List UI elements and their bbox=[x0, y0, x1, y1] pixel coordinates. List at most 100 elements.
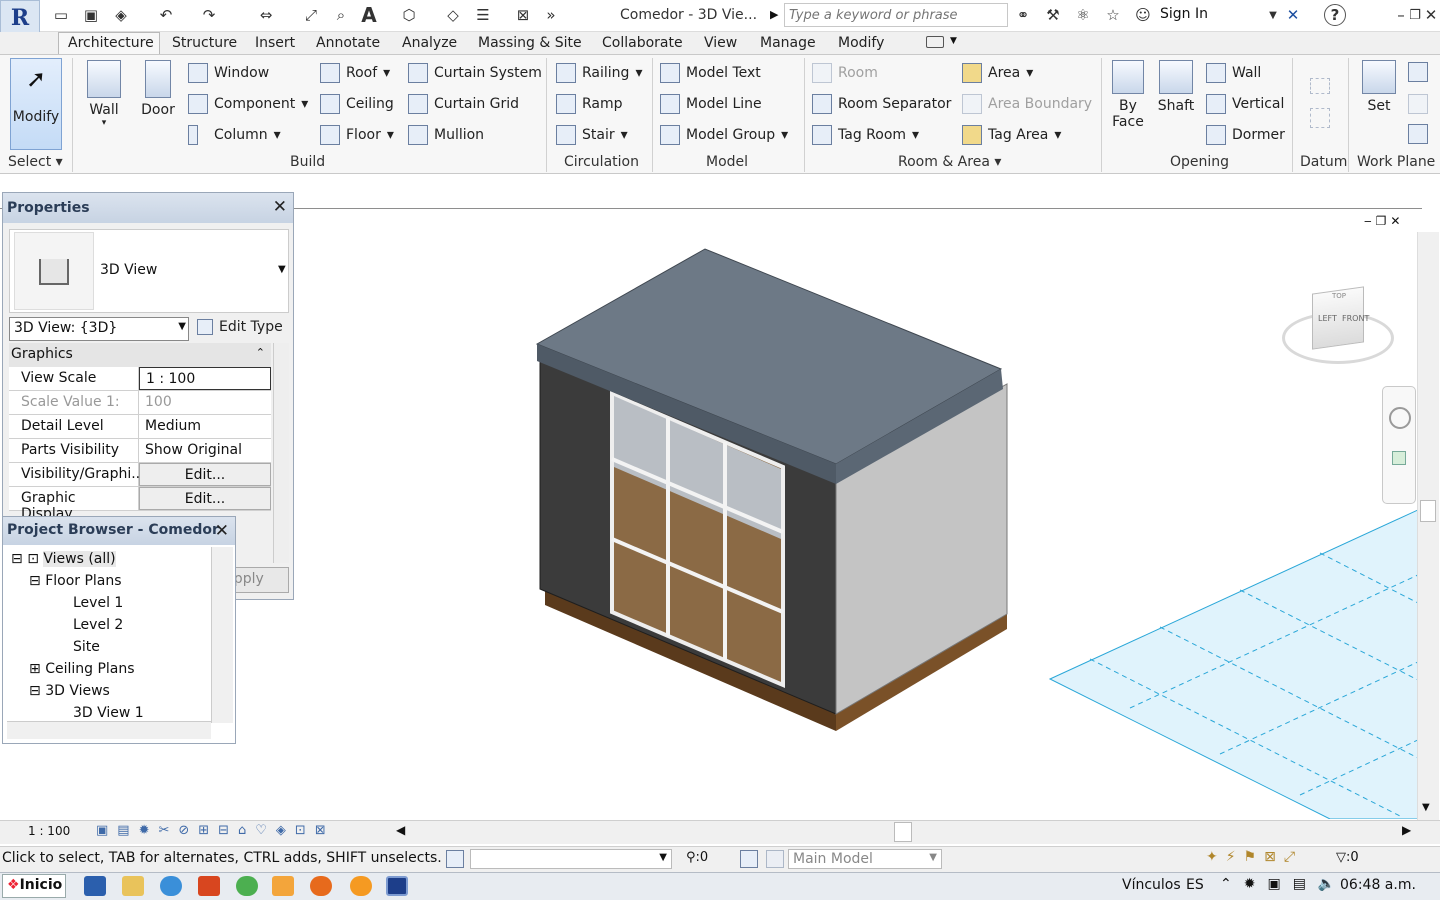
property-row[interactable]: Visibility/Graphi... Edit... bbox=[9, 463, 271, 487]
shaft-button[interactable]: Shaft bbox=[1156, 60, 1196, 114]
edit-type-button[interactable]: Edit Type bbox=[197, 319, 283, 335]
railing-button[interactable]: Railing ▾ bbox=[556, 63, 642, 83]
tree-item-3d-view-1[interactable]: 3D View 1 bbox=[73, 705, 144, 721]
worksets-icon[interactable] bbox=[446, 850, 464, 868]
thin-lines-icon[interactable]: ☰ bbox=[472, 4, 494, 26]
save-icon[interactable]: ▣ bbox=[80, 4, 102, 26]
tab-manage[interactable]: Manage bbox=[760, 35, 816, 51]
user-icon[interactable]: ☺ bbox=[1132, 4, 1154, 26]
links-toolbar[interactable]: Vínculos bbox=[1122, 877, 1181, 893]
select-panel-dropdown[interactable]: Select ▾ bbox=[8, 154, 63, 170]
tab-view[interactable]: View bbox=[704, 35, 737, 51]
by-face-button[interactable]: By Face bbox=[1110, 60, 1146, 130]
vertical-scrollbar[interactable]: ▼ bbox=[1417, 232, 1439, 820]
properties-scrollbar[interactable] bbox=[273, 343, 289, 563]
tab-massing-site[interactable]: Massing & Site bbox=[478, 35, 582, 51]
selection-filter-icons[interactable]: ✦⚡⚑⊠⤢ bbox=[1206, 849, 1303, 865]
vertical-opening-button[interactable]: Vertical bbox=[1206, 94, 1284, 114]
workset-selector[interactable]: ▼ bbox=[470, 849, 672, 869]
filter-count[interactable]: ▽:0 bbox=[1336, 850, 1359, 865]
door-button[interactable]: Door bbox=[138, 60, 178, 118]
subscription-icon[interactable]: ⚒ bbox=[1042, 4, 1064, 26]
3d-view-icon[interactable]: ⬡ bbox=[398, 4, 420, 26]
tree-item-ceiling-plans[interactable]: ⊞ Ceiling Plans bbox=[29, 661, 135, 677]
word-icon[interactable] bbox=[84, 876, 106, 896]
start-button[interactable]: ❖Inicio bbox=[2, 874, 66, 898]
ceiling-button[interactable]: Ceiling bbox=[320, 94, 394, 114]
tree-item-3d-views[interactable]: ⊟ 3D Views bbox=[29, 683, 110, 699]
graphics-section-header[interactable]: Graphics ⌃ bbox=[9, 343, 271, 367]
viewcube[interactable]: LEFT FRONT TOP bbox=[1282, 282, 1394, 372]
internet-explorer-icon[interactable] bbox=[160, 876, 182, 896]
communication-icon[interactable]: ⚛ bbox=[1072, 4, 1094, 26]
design-options-icon[interactable] bbox=[740, 850, 758, 868]
editing-requests[interactable]: ⚲:0 bbox=[686, 850, 708, 865]
tab-structure[interactable]: Structure bbox=[172, 35, 237, 51]
exchange-apps-icon[interactable]: ✕ bbox=[1282, 4, 1304, 26]
wall-button[interactable]: Wall ▾ bbox=[84, 60, 124, 128]
close-icon[interactable]: ✕ bbox=[273, 197, 287, 217]
ribbon-minimize-icon[interactable] bbox=[926, 36, 944, 48]
revit-taskbar-icon[interactable] bbox=[386, 876, 408, 896]
grid-icon[interactable] bbox=[1310, 108, 1330, 128]
view-control-icons[interactable]: ▣▤✹✂⊘⊞⊟⌂♡◈⊡⊠ bbox=[96, 823, 335, 838]
column-button[interactable]: Column ▾ bbox=[188, 125, 281, 145]
component-button[interactable]: Component ▾ bbox=[188, 94, 308, 114]
sign-in-link[interactable]: Sign In bbox=[1160, 6, 1208, 22]
scroll-right-icon[interactable]: ▶ bbox=[1402, 823, 1411, 837]
h-scroll-thumb[interactable] bbox=[894, 822, 912, 842]
language-indicator[interactable]: ES bbox=[1186, 877, 1204, 893]
tree-item-level-1[interactable]: Level 1 bbox=[73, 595, 123, 611]
browser-vertical-scrollbar[interactable] bbox=[211, 547, 233, 723]
tab-annotate[interactable]: Annotate bbox=[316, 35, 380, 51]
room-button[interactable]: Room bbox=[812, 63, 878, 83]
design-option-set-icon[interactable] bbox=[766, 850, 784, 868]
scroll-down-icon[interactable]: ▼ bbox=[1422, 802, 1430, 813]
viewer-icon[interactable] bbox=[1408, 124, 1428, 144]
ref-plane-icon[interactable] bbox=[1408, 94, 1428, 114]
curtain-grid-button[interactable]: Curtain Grid bbox=[408, 94, 519, 114]
ramp-button[interactable]: Ramp bbox=[556, 94, 623, 114]
design-option-selector[interactable]: Main Model ▼ bbox=[788, 849, 942, 869]
tree-item-floor-plans[interactable]: ⊟ Floor Plans bbox=[29, 573, 122, 589]
instance-selector[interactable]: 3D View: {3D} ▼ bbox=[9, 317, 189, 341]
set-work-plane-button[interactable]: Set bbox=[1360, 60, 1398, 114]
close-icon[interactable]: ✕ bbox=[1420, 4, 1440, 26]
arrow-right-icon[interactable]: ▶ bbox=[770, 8, 778, 21]
open-icon[interactable]: ▭ bbox=[50, 4, 72, 26]
powerpoint-icon[interactable] bbox=[198, 876, 220, 896]
media-player-icon[interactable] bbox=[272, 876, 294, 896]
area-button[interactable]: Area ▾ bbox=[962, 63, 1033, 83]
area-boundary-button[interactable]: Area Boundary bbox=[962, 94, 1092, 114]
browser-horizontal-scrollbar[interactable] bbox=[7, 721, 211, 739]
firefox-icon[interactable] bbox=[310, 876, 332, 896]
tree-item-views-all[interactable]: ⊟ ⊡ Views (all) bbox=[11, 551, 116, 567]
help-icon[interactable]: ? bbox=[1324, 4, 1346, 26]
tag-room-button[interactable]: Tag Room ▾ bbox=[812, 125, 919, 145]
measure-icon[interactable]: ⇔ bbox=[255, 4, 277, 26]
tab-analyze[interactable]: Analyze bbox=[402, 35, 457, 51]
dimension-icon[interactable]: ⤢ bbox=[300, 4, 322, 26]
application-menu-button[interactable]: R bbox=[0, 0, 40, 36]
tree-item-level-2[interactable]: Level 2 bbox=[73, 617, 123, 633]
property-row[interactable]: View Scale 1 : 100 bbox=[9, 367, 271, 391]
chevron-down-icon[interactable]: ▼ bbox=[1262, 4, 1284, 26]
property-row[interactable]: Graphic Display... Edit... bbox=[9, 487, 271, 522]
show-work-plane-icon[interactable] bbox=[1408, 62, 1428, 82]
model-group-button[interactable]: Model Group ▾ bbox=[660, 125, 788, 145]
tree-item-site[interactable]: Site bbox=[73, 639, 100, 655]
room-area-panel-dropdown[interactable]: Room & Area ▾ bbox=[898, 154, 1001, 170]
search-input[interactable] bbox=[784, 3, 1008, 27]
dormer-button[interactable]: Dormer bbox=[1206, 125, 1285, 145]
zoom-region-icon[interactable] bbox=[1392, 451, 1406, 465]
room-separator-button[interactable]: Room Separator bbox=[812, 94, 951, 114]
property-row[interactable]: Detail Level Medium bbox=[9, 415, 271, 439]
mullion-button[interactable]: Mullion bbox=[408, 125, 484, 145]
tab-insert[interactable]: Insert bbox=[255, 35, 295, 51]
level-icon[interactable] bbox=[1310, 78, 1330, 94]
roof-button[interactable]: Roof ▾ bbox=[320, 63, 390, 83]
tag-icon[interactable]: ⌕ bbox=[330, 4, 352, 26]
model-text-button[interactable]: Model Text bbox=[660, 63, 761, 83]
property-row[interactable]: Parts Visibility Show Original bbox=[9, 439, 271, 463]
text-icon[interactable]: A bbox=[358, 3, 380, 27]
